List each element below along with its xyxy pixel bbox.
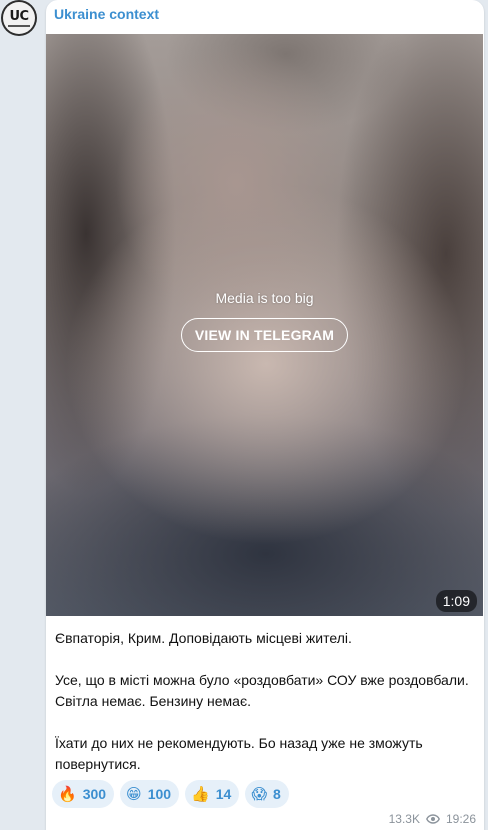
reaction-count: 8 — [272, 786, 281, 802]
reactions-bar: 🔥 300 😁 100 👍 14 😱 8 — [52, 780, 289, 808]
post-paragraph: Усе, що в місті можна було «роздовбати» … — [55, 672, 469, 709]
view-in-telegram-button[interactable]: VIEW IN TELEGRAM — [180, 318, 349, 352]
reaction-scream[interactable]: 😱 8 — [245, 780, 289, 808]
post-text: Євпаторія, Крим. Доповідають місцеві жит… — [55, 628, 480, 775]
post-paragraph-spacer — [55, 649, 480, 670]
reaction-count: 300 — [82, 786, 107, 802]
grin-icon: 😁 — [126, 784, 142, 803]
scream-icon: 😱 — [251, 784, 267, 803]
reaction-grin[interactable]: 😁 100 — [120, 780, 180, 808]
avatar-underline — [8, 24, 30, 27]
message-bubble: Ukraine context Media is too big VIEW IN… — [46, 0, 484, 830]
reaction-count: 100 — [147, 786, 172, 802]
thumbs-up-icon: 👍 — [191, 784, 210, 803]
media-too-big-text: Media is too big — [215, 290, 314, 306]
video-duration-badge: 1:09 — [435, 590, 477, 612]
eye-icon — [426, 814, 440, 824]
message-meta: 13.3K 19:26 — [389, 812, 476, 826]
channel-name[interactable]: Ukraine context — [54, 6, 159, 22]
post-paragraph: Їхати до них не рекомендують. Бо назад у… — [55, 735, 423, 772]
avatar-text: UC — [9, 8, 29, 24]
avatar-logo: UC — [3, 2, 35, 34]
reaction-count: 14 — [215, 786, 232, 802]
fire-icon: 🔥 — [58, 784, 77, 803]
reaction-fire[interactable]: 🔥 300 — [52, 780, 115, 808]
media-overlay: Media is too big VIEW IN TELEGRAM — [46, 290, 483, 352]
post-time: 19:26 — [445, 812, 476, 826]
post-paragraph-spacer — [55, 712, 480, 733]
post-paragraph: Євпаторія, Крим. Доповідають місцеві жит… — [55, 630, 352, 646]
channel-avatar[interactable]: UC — [1, 0, 37, 36]
view-count: 13.3K — [388, 812, 420, 826]
media-preview[interactable]: Media is too big VIEW IN TELEGRAM 1:09 — [46, 34, 483, 616]
reaction-thumbs-up[interactable]: 👍 14 — [185, 780, 240, 808]
